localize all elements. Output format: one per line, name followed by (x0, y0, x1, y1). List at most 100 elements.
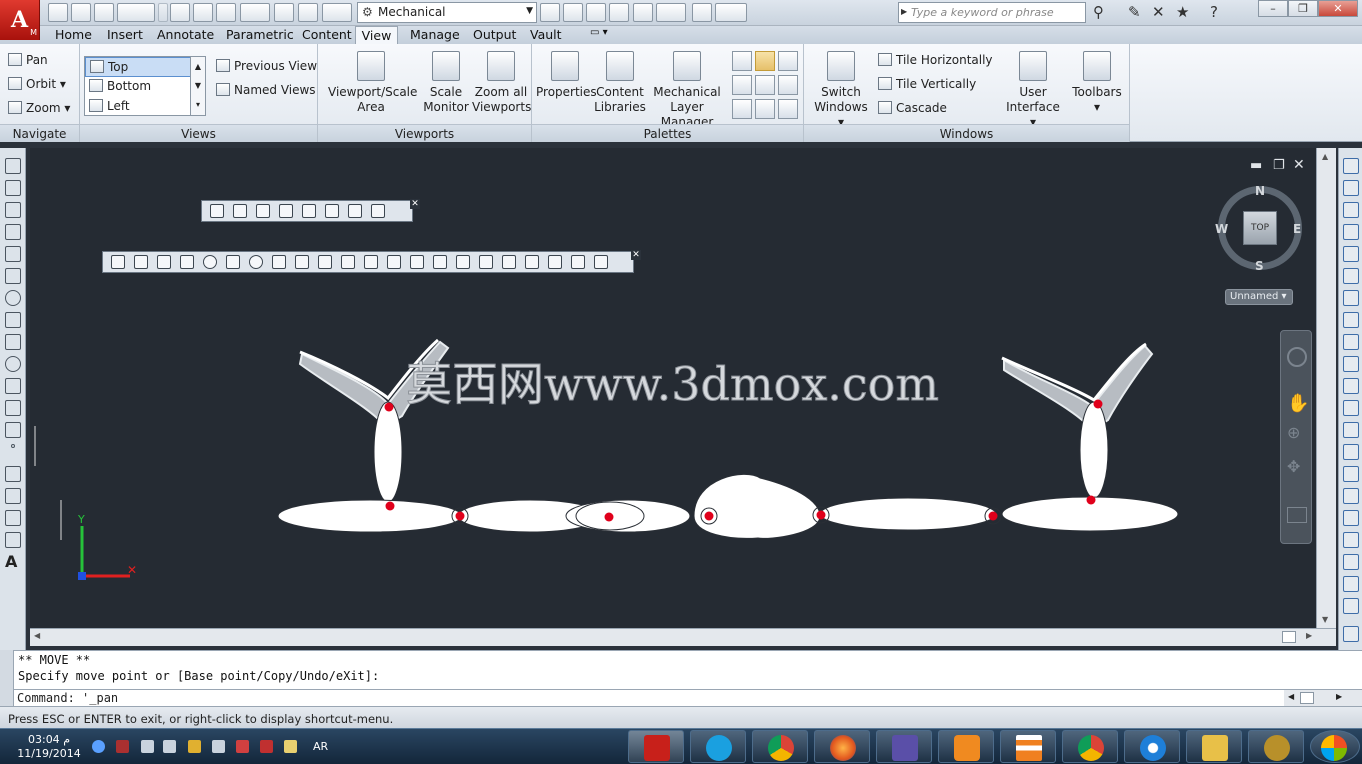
view-item-left[interactable]: Left (85, 97, 205, 117)
match-properties-icon[interactable] (240, 3, 270, 22)
tab-view[interactable]: View (355, 26, 398, 45)
scroll-thumb[interactable] (1282, 631, 1296, 643)
hatch-icon[interactable] (5, 466, 21, 482)
tray-app-4-icon[interactable] (284, 740, 297, 753)
line-icon[interactable] (5, 158, 21, 174)
rectangle-icon[interactable] (5, 246, 21, 262)
viewport-icon[interactable] (298, 3, 318, 22)
taskbar-skype[interactable] (690, 730, 746, 763)
views-scroll[interactable]: ▲ ▼ ▾ (190, 56, 206, 116)
taskbar-explorer[interactable] (1186, 730, 1242, 763)
ellipse-icon[interactable] (5, 356, 21, 372)
ftb2-union-icon[interactable] (456, 255, 470, 269)
zoom-extents-icon[interactable]: ⊕ (1287, 423, 1307, 445)
toolbars-button[interactable]: Toolbars ▾ (1068, 51, 1126, 115)
network-icon[interactable] (212, 740, 225, 753)
ftb2-cylinder-icon[interactable] (226, 255, 240, 269)
ftb1-tool-4-icon[interactable] (279, 204, 293, 218)
stretch-icon[interactable] (1343, 334, 1359, 350)
redo-icon[interactable] (158, 3, 168, 22)
scale-monitor-button[interactable]: Scale Monitor (418, 51, 474, 115)
tab-home[interactable]: Home (55, 26, 92, 44)
tray-app-3-icon[interactable] (236, 740, 249, 753)
tab-vault[interactable]: Vault (530, 26, 562, 44)
taskbar-clock[interactable]: 03:04 م 11/19/2014 (16, 733, 82, 761)
start-button[interactable] (1310, 730, 1360, 763)
modify-tool-3-icon[interactable] (1343, 576, 1359, 592)
right-y-branch[interactable] (1001, 342, 1154, 499)
ftb2-sphere-icon[interactable] (203, 255, 217, 269)
ucs-menu[interactable]: Unnamed ▾ (1225, 289, 1293, 305)
taskbar-autocad[interactable] (628, 730, 684, 763)
volume-icon[interactable] (163, 740, 176, 753)
make-block-icon[interactable] (5, 422, 21, 438)
scroll-up-icon[interactable]: ▲ (1322, 152, 1328, 161)
modify-tool-5-icon[interactable] (1343, 626, 1359, 642)
close-button[interactable]: ✕ (1318, 0, 1358, 17)
scroll-left-icon[interactable]: ◀ (34, 631, 40, 640)
properties-qat-icon[interactable] (540, 3, 560, 22)
bluetooth-icon[interactable] (92, 740, 105, 753)
pan-button[interactable]: Pan (8, 53, 48, 67)
ftb2-intersect-icon[interactable] (502, 255, 516, 269)
ftb2-tool-19-icon[interactable] (525, 255, 539, 269)
multiline-text-icon[interactable]: A (5, 554, 21, 570)
application-menu-button[interactable]: A M (0, 0, 40, 40)
help-icon[interactable]: ? (1210, 3, 1218, 21)
new-icon[interactable] (48, 3, 68, 22)
tab-output[interactable]: Output (473, 26, 516, 44)
offset-icon[interactable] (1343, 224, 1359, 240)
binoculars-icon[interactable]: ⚲ (1093, 3, 1104, 21)
palette-tool-6-icon[interactable] (778, 75, 798, 95)
ftb2-subtract-icon[interactable] (479, 255, 493, 269)
cmd-scroll-thumb[interactable] (1300, 692, 1314, 704)
power-icon[interactable] (141, 740, 154, 753)
settings-icon[interactable] (715, 3, 747, 22)
open-icon[interactable] (71, 3, 91, 22)
compass-west[interactable]: W (1215, 222, 1228, 236)
palette-tool-9-icon[interactable] (778, 99, 798, 119)
views-list[interactable]: Top Bottom Left (84, 56, 206, 116)
compass-north[interactable]: N (1255, 184, 1265, 198)
taskbar-firefox[interactable] (814, 730, 870, 763)
tab-content[interactable]: Content (302, 26, 352, 44)
tab-parametric[interactable]: Parametric (226, 26, 294, 44)
command-window-handle[interactable] (0, 650, 14, 706)
taskbar-chrome-2[interactable] (1062, 730, 1118, 763)
ftb2-loft-icon[interactable] (410, 255, 424, 269)
user-interface-button[interactable]: User Interface ▾ (1004, 51, 1062, 130)
folder-icon[interactable] (692, 3, 712, 22)
tray-app-icon[interactable] (116, 740, 129, 753)
polyline-icon[interactable] (5, 202, 21, 218)
ftb2-tool-21-icon[interactable] (571, 255, 585, 269)
scroll-right-icon[interactable]: ▶ (1306, 631, 1312, 640)
sheet-set-icon[interactable] (563, 3, 583, 22)
chamfer-icon[interactable] (1343, 444, 1359, 460)
ftb2-pyramid-icon[interactable] (180, 255, 194, 269)
ftb1-tool-2-icon[interactable] (233, 204, 247, 218)
scroll-down-icon[interactable]: ▼ (1322, 615, 1328, 624)
ftb2-presspull-icon[interactable] (433, 255, 447, 269)
command-scrollbar[interactable]: ◀ ▶ (1284, 689, 1362, 706)
content-libraries-button[interactable]: Content Libraries (594, 51, 646, 115)
join-icon[interactable] (1343, 422, 1359, 438)
restore-button[interactable]: ❐ (1288, 0, 1318, 17)
viewcube-top-face[interactable]: TOP (1243, 211, 1277, 245)
action-center-icon[interactable] (260, 740, 273, 753)
minimize-button[interactable]: – (1258, 0, 1288, 17)
revision-cloud-icon[interactable] (5, 312, 21, 328)
palette-tool-7-icon[interactable] (732, 99, 752, 119)
arc-icon[interactable] (5, 268, 21, 284)
ftb1-tool-6-icon[interactable] (325, 204, 339, 218)
ftb1-tool-1-icon[interactable] (210, 204, 224, 218)
compass-east[interactable]: E (1293, 222, 1301, 236)
gradient-icon[interactable] (5, 488, 21, 504)
break-icon[interactable] (1343, 400, 1359, 416)
ellipse-arc-icon[interactable] (5, 378, 21, 394)
taskbar-app-11[interactable] (1248, 730, 1304, 763)
trim-icon[interactable] (1343, 356, 1359, 372)
language-indicator[interactable]: AR (313, 740, 328, 753)
taskbar-chrome[interactable] (752, 730, 808, 763)
pan-hand-icon[interactable]: ✋ (1287, 393, 1309, 415)
spline-icon[interactable] (5, 334, 21, 350)
